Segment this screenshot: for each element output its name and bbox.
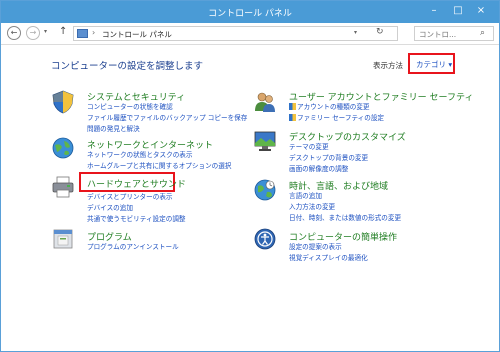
link-find-fix-problems[interactable]: 問題の発見と解決 — [87, 123, 140, 133]
network-globe-icon[interactable] — [51, 136, 75, 160]
search-icon[interactable]: ⌕ — [480, 28, 485, 38]
maximize-icon[interactable]: □ — [452, 5, 464, 17]
link-family-safety-label: ファミリー セーフティの設定 — [297, 114, 385, 122]
link-view-suggestions[interactable]: 設定の提案の表示 — [289, 241, 342, 251]
link-change-account-type-label: アカウントの種類の変更 — [297, 103, 370, 111]
address-dropdown-icon[interactable]: ▾ — [354, 29, 357, 36]
search-box[interactable]: コントロ... ⌕ — [414, 26, 494, 41]
up-arrow-icon[interactable]: ↑ — [59, 26, 67, 37]
control-panel-icon — [77, 29, 88, 38]
breadcrumb-separator-icon[interactable]: › — [92, 28, 95, 37]
link-file-history-backup[interactable]: ファイル履歴でファイルのバックアップ コピーを保存 — [87, 112, 247, 122]
window-title: コントロール パネル — [208, 9, 292, 19]
link-change-input-method[interactable]: 入力方法の変更 — [289, 201, 335, 211]
navigation-bar: ← → ▾ ↑ › コントロール パネル ▾ ↻ コントロ... ⌕ — [1, 23, 499, 45]
link-family-safety[interactable]: ファミリー セーフティの設定 — [289, 112, 384, 122]
address-bar[interactable]: › コントロール パネル ▾ ↻ — [73, 26, 398, 41]
link-network-status[interactable]: ネットワークの状態とタスクの表示 — [87, 149, 193, 159]
printer-icon[interactable] — [51, 175, 75, 199]
search-placeholder: コントロ... — [419, 30, 457, 39]
link-check-computer-status[interactable]: コンピューターの状態を確認 — [87, 101, 173, 111]
clock-globe-icon[interactable] — [253, 178, 277, 202]
forward-arrow-icon[interactable]: → — [26, 26, 40, 40]
address-text[interactable]: コントロール パネル — [102, 29, 172, 40]
control-panel-window: コントロール パネル – □ × ← → ▾ ↑ › コントロール パネル ▾ … — [0, 0, 500, 352]
page-title: コンピューターの設定を調整します — [51, 61, 204, 72]
view-by-label: 表示方法 — [373, 61, 403, 70]
link-homegroup-sharing[interactable]: ホームグループと共有に関するオプションの選択 — [87, 160, 231, 170]
link-add-language[interactable]: 言語の追加 — [289, 190, 322, 200]
ease-of-access-icon[interactable] — [253, 227, 277, 251]
link-screen-resolution[interactable]: 画面の解像度の調整 — [289, 163, 348, 173]
link-change-theme[interactable]: テーマの変更 — [289, 141, 329, 151]
view-by-value: カテゴリ ▾ — [416, 60, 453, 69]
link-date-time-format[interactable]: 日付、時刻、または数値の形式の変更 — [289, 212, 401, 222]
link-mobility-settings[interactable]: 共通で使うモビリティ設定の調整 — [87, 213, 186, 223]
uac-shield-icon — [289, 114, 296, 121]
link-add-device[interactable]: デバイスの追加 — [87, 202, 133, 212]
link-change-account-type[interactable]: アカウントの種類の変更 — [289, 101, 370, 111]
back-arrow-icon[interactable]: ← — [7, 26, 21, 40]
desktop-monitor-icon[interactable] — [253, 129, 277, 153]
minimize-icon[interactable]: – — [428, 5, 440, 17]
refresh-icon[interactable]: ↻ — [376, 27, 384, 37]
link-optimize-visual-display[interactable]: 視覚ディスプレイの最適化 — [289, 252, 368, 262]
view-by-dropdown[interactable]: カテゴリ ▾ — [408, 53, 455, 74]
link-change-background[interactable]: デスクトップの背景の変更 — [289, 152, 368, 162]
link-devices-printers[interactable]: デバイスとプリンターの表示 — [87, 191, 173, 201]
users-icon[interactable] — [253, 90, 277, 114]
uac-shield-icon — [289, 103, 296, 110]
category-hardware-sound[interactable]: ハードウェアとサウンド — [87, 177, 186, 190]
recent-pages-chevron-icon[interactable]: ▾ — [44, 28, 47, 35]
title-bar[interactable]: コントロール パネル – □ × — [1, 1, 499, 23]
programs-icon[interactable] — [51, 227, 75, 251]
close-icon[interactable]: × — [475, 5, 487, 17]
shield-icon[interactable] — [51, 90, 75, 114]
link-uninstall-program[interactable]: プログラムのアンインストール — [87, 241, 179, 251]
